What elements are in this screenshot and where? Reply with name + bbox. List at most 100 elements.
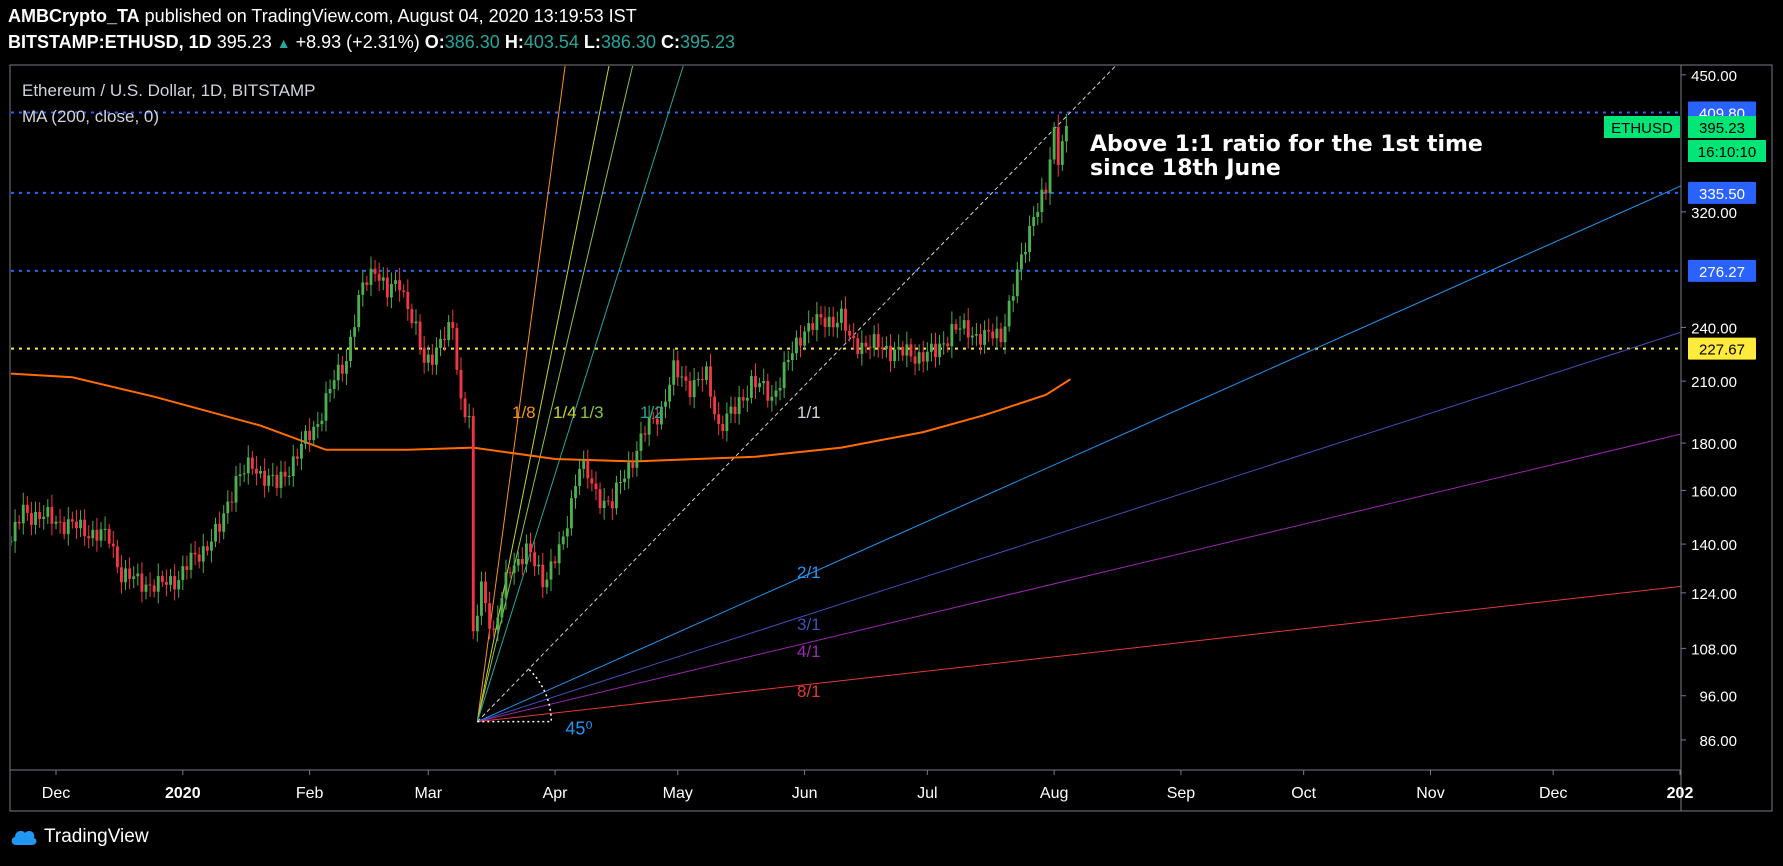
candle: [287, 466, 291, 486]
candle: [790, 341, 794, 371]
candle: [533, 541, 537, 577]
candle-body: [749, 376, 753, 398]
candle: [942, 331, 946, 355]
candle-body: [799, 337, 802, 346]
candle: [197, 546, 201, 569]
candle-body: [128, 568, 132, 579]
candle: [25, 496, 29, 521]
candle: [770, 384, 774, 412]
candle-body: [365, 282, 369, 285]
candle-body: [991, 331, 995, 339]
candle-body: [1044, 189, 1048, 194]
candle-body: [672, 360, 676, 385]
candle-body: [872, 334, 876, 349]
tradingview-logo-text[interactable]: TradingView: [44, 826, 149, 848]
candle: [794, 330, 798, 360]
candle-body: [884, 345, 888, 350]
candle-body: [901, 346, 905, 356]
candle: [549, 548, 553, 592]
x-tick-label: Apr: [543, 785, 569, 802]
candle: [619, 470, 622, 494]
candle-body: [238, 474, 242, 477]
candle-body: [553, 561, 557, 564]
candle: [582, 450, 586, 479]
candle: [279, 460, 283, 499]
candle: [312, 420, 316, 446]
candle: [479, 571, 483, 625]
candle-body: [700, 379, 704, 381]
candle: [606, 495, 610, 506]
candle-body: [173, 576, 177, 590]
candle-body: [839, 308, 843, 323]
candle: [950, 311, 954, 358]
candle-body: [569, 498, 573, 529]
candle: [54, 515, 58, 530]
candle-body: [1028, 226, 1032, 252]
candle: [508, 567, 512, 578]
candle: [1044, 182, 1048, 200]
candle: [565, 515, 569, 548]
candle: [434, 337, 438, 375]
candle: [1024, 242, 1027, 264]
candle: [385, 267, 389, 307]
candle-body: [422, 347, 426, 363]
candle: [365, 275, 369, 292]
gann-label-1-4: 1/4: [553, 403, 577, 422]
candle-body: [913, 356, 917, 364]
time-axis[interactable]: Dec 2020 Feb Mar Apr May Jun Jul Aug Sep Oct Nov Dec…: [42, 770, 1694, 802]
candle-body: [434, 347, 438, 365]
plot-area[interactable]: [10, 0, 1783, 723]
candle-body: [713, 396, 717, 415]
x-tick-label: Dec: [1539, 785, 1567, 802]
candle: [754, 363, 757, 399]
candle: [1040, 177, 1044, 224]
y-tick-label: 180.00: [1691, 436, 1737, 453]
candle-body: [357, 294, 361, 328]
candle: [353, 314, 357, 349]
candle: [422, 335, 426, 374]
candle: [557, 531, 561, 576]
price-chart[interactable]: 1/8 1/4 1/3 1/2 1/1 2/1 3/1 4/1 8/1 45⁰ 450.00 320…: [0, 0, 1783, 866]
candle-body: [598, 489, 602, 509]
annotation-line-2: since 18th June: [1090, 156, 1281, 181]
tradingview-cloud-icon: [11, 830, 37, 845]
candle-body: [925, 351, 929, 362]
level-tag-3: 227.67: [1699, 342, 1745, 359]
candle-body: [308, 430, 312, 441]
ma-indicator-label[interactable]: MA (200, close, 0): [22, 107, 159, 126]
candle-body: [582, 460, 586, 469]
candle-body: [463, 398, 467, 418]
candle: [111, 531, 115, 559]
candle-body: [831, 316, 835, 328]
candle-body: [218, 523, 222, 532]
candle: [324, 381, 328, 432]
candle: [635, 441, 639, 477]
candle-body: [324, 393, 328, 421]
candle-body: [934, 343, 937, 358]
candle-body: [610, 501, 614, 509]
candle: [925, 342, 929, 371]
candle: [42, 505, 46, 530]
candle-body: [586, 460, 590, 479]
candle: [79, 510, 82, 537]
candle: [62, 516, 66, 540]
legend-title[interactable]: Ethereum / U.S. Dollar, 1D, BITSTAMP: [22, 81, 316, 100]
candle: [749, 369, 753, 404]
candle: [844, 296, 847, 343]
x-tick-label: Nov: [1416, 785, 1444, 802]
candle: [451, 309, 455, 340]
candle-body: [790, 353, 794, 361]
candle-body: [398, 280, 402, 291]
price-axis[interactable]: 450.00 320.00 240.00 210.00 180.00 160.00 140.…: [1681, 68, 1737, 750]
candle: [897, 334, 901, 362]
candle-body: [876, 334, 880, 348]
candle: [34, 501, 37, 535]
candle: [46, 499, 50, 525]
candle: [443, 326, 447, 352]
candle: [639, 421, 643, 462]
candle: [295, 448, 299, 466]
candle: [745, 385, 749, 412]
candle-body: [226, 501, 230, 514]
candle-body: [255, 468, 258, 474]
candle-body: [312, 426, 316, 441]
